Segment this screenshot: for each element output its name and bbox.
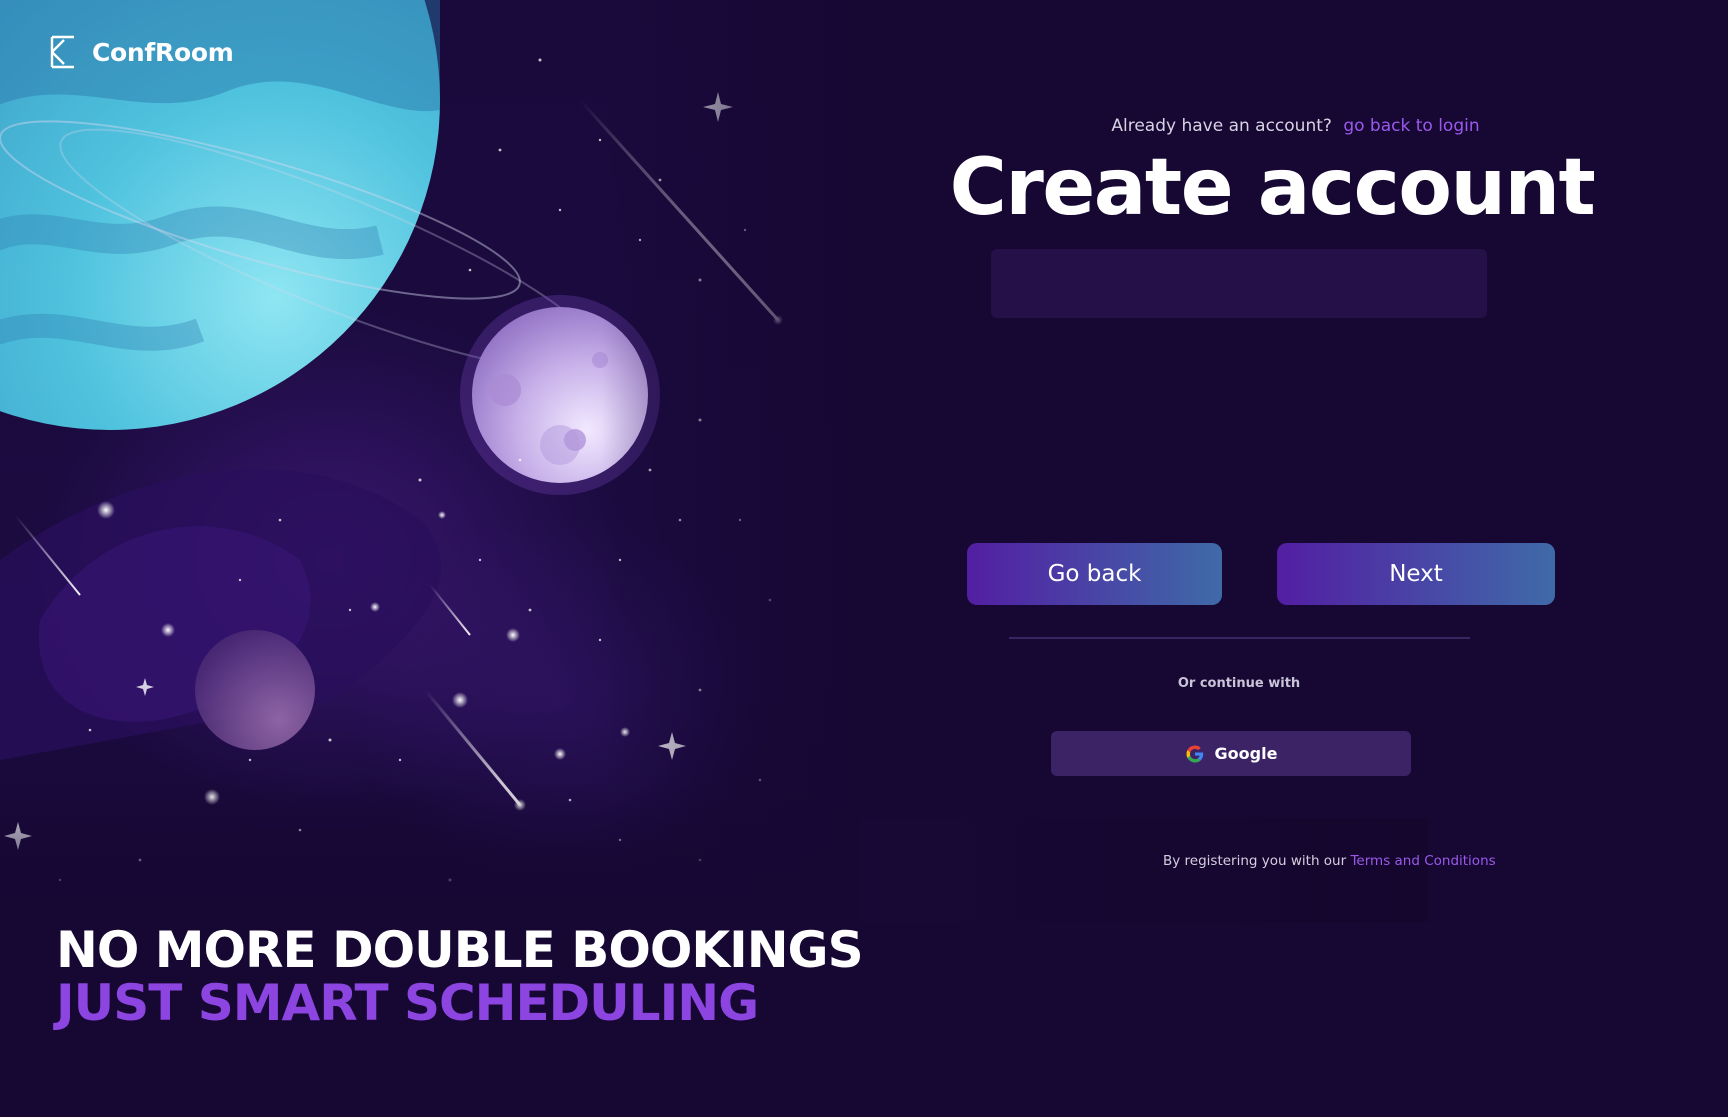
brand[interactable]: ConfRoom	[50, 34, 234, 70]
page-title: Create account	[949, 143, 1596, 233]
account-input-field[interactable]	[991, 249, 1487, 318]
divider	[1009, 637, 1470, 639]
google-icon	[1186, 745, 1203, 762]
tagline-line-2: JUST SMART SCHEDULING	[56, 974, 759, 1032]
tagline-line-1: NO MORE DOUBLE BOOKINGS	[56, 921, 860, 979]
brand-name: ConfRoom	[92, 37, 234, 67]
google-signin-button[interactable]: Google	[1051, 731, 1411, 776]
terms-strip	[860, 818, 1428, 922]
terms-prefix: By registering you with our	[1163, 853, 1347, 869]
login-prompt-row: Already have an account? go back to logi…	[860, 116, 1728, 136]
or-continue-label: Or continue with	[1177, 676, 1301, 691]
login-prompt: Already have an account?	[1111, 116, 1332, 136]
google-button-label: Google	[1214, 744, 1278, 763]
go-back-button[interactable]: Go back	[967, 543, 1222, 605]
next-button[interactable]: Next	[1277, 543, 1555, 605]
go-back-to-login-link[interactable]: go back to login	[1343, 116, 1479, 136]
terms-notice: By registering you with our Terms and Co…	[1163, 853, 1496, 869]
confroom-logo-icon	[50, 35, 74, 69]
terms-and-conditions-link[interactable]: Terms and Conditions	[1350, 853, 1495, 869]
hero-panel: ConfRoom NO MORE DOUBLE BOOKINGS JUST SM…	[0, 0, 860, 1117]
auth-panel: Already have an account? go back to logi…	[860, 0, 1728, 1117]
hero-tagline: NO MORE DOUBLE BOOKINGS JUST SMART SCHED…	[56, 924, 860, 1030]
